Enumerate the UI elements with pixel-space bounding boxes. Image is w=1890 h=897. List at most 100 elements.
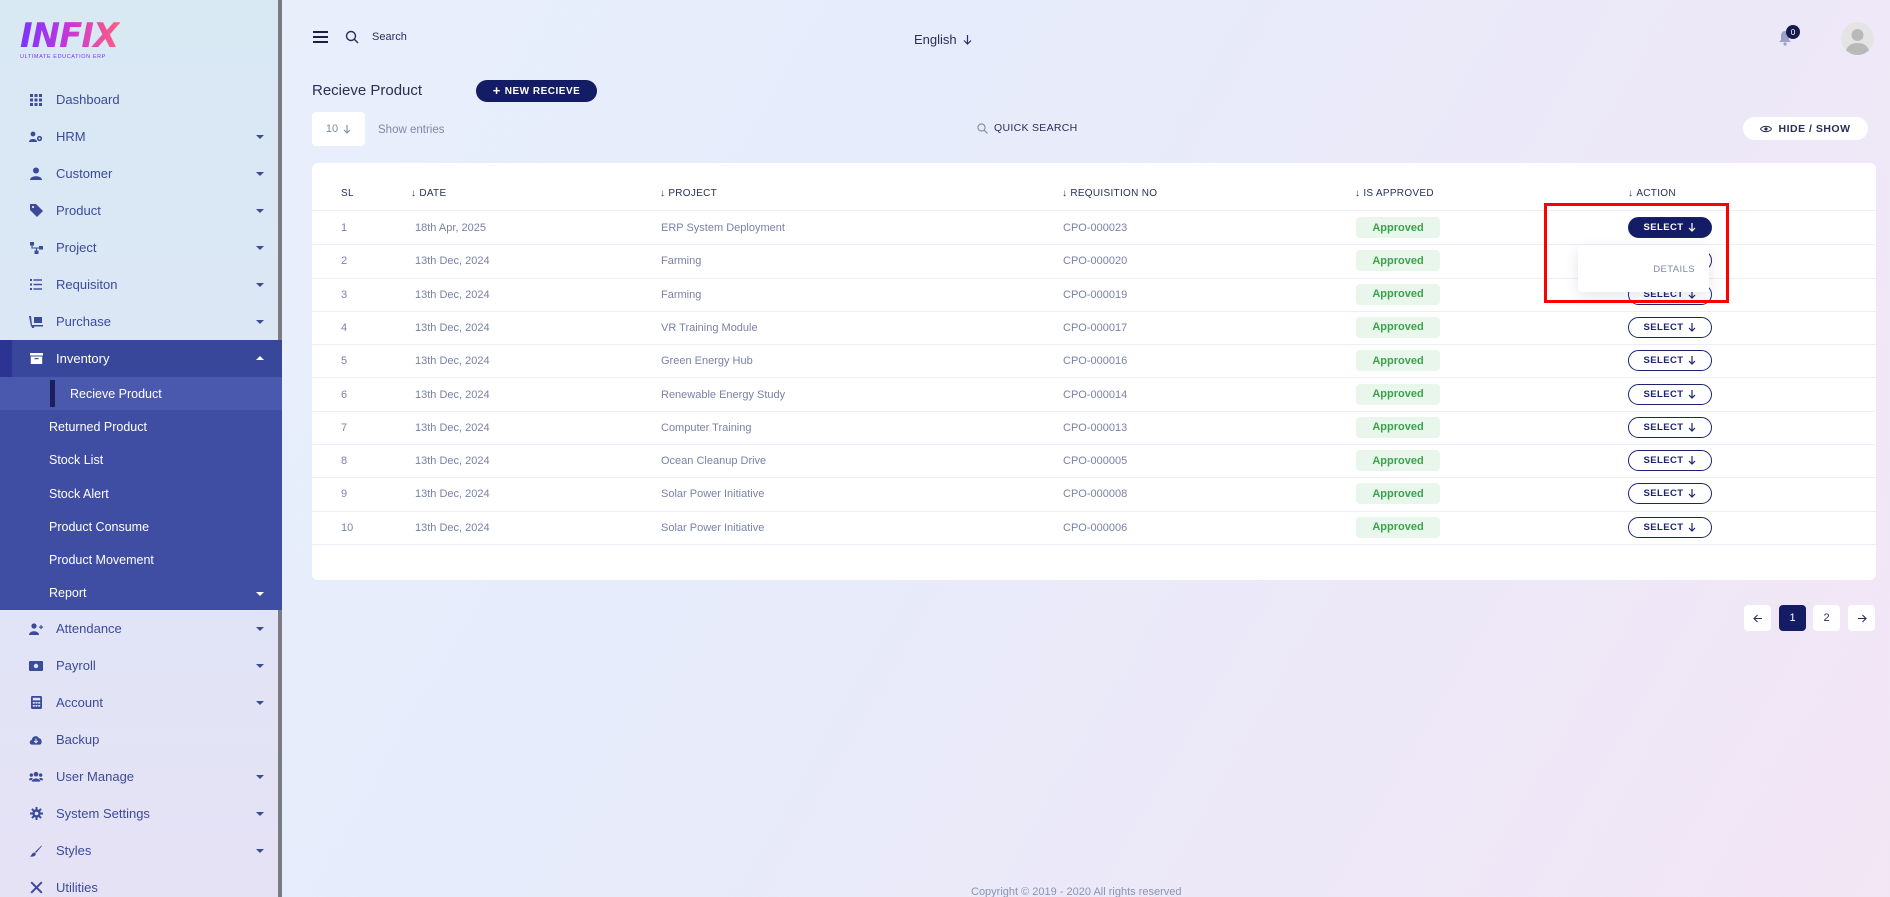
highlight-box: [1544, 203, 1729, 303]
prev-page-button[interactable]: [1744, 605, 1771, 631]
users-cog-icon: [29, 130, 43, 144]
select-action-button[interactable]: SELECT: [1628, 483, 1712, 505]
avatar[interactable]: [1841, 22, 1874, 55]
cell-sl: 7: [341, 421, 348, 434]
arrow-down-icon: [1689, 456, 1696, 465]
col-date[interactable]: ↓ DATE: [411, 188, 446, 199]
money-icon: [29, 659, 43, 673]
search-icon[interactable]: [345, 30, 359, 44]
caret-down-icon: [256, 246, 264, 250]
select-action-button[interactable]: SELECT: [1628, 316, 1712, 338]
cell-requisition: CPO-000019: [1063, 288, 1128, 301]
quick-search-label: QUICK SEARCH: [994, 122, 1078, 134]
sidebar-item-label: Project: [56, 240, 97, 255]
new-recieve-button[interactable]: + NEW RECIEVE: [476, 80, 597, 102]
col-project[interactable]: ↓ PROJECT: [660, 188, 717, 199]
footer-copyright: Copyright © 2019 - 2020 All rights reser…: [971, 886, 1182, 897]
sidebar-item-product[interactable]: Product: [0, 192, 282, 229]
sidebar-item-utilities[interactable]: Utilities: [0, 869, 282, 897]
sidebar-subitem-label: Product Movement: [49, 553, 154, 568]
cell-sl: 8: [341, 455, 348, 468]
caret-down-icon: [256, 627, 264, 632]
cell-sl: 4: [341, 321, 348, 334]
table-row: 5 13th Dec, 2024 Green Energy Hub CPO-00001…: [312, 345, 1876, 379]
sidebar-item-label: Dashboard: [56, 92, 120, 107]
sidebar-subitem-report[interactable]: Report: [0, 577, 282, 610]
sidebar-item-inventory[interactable]: Inventory: [0, 340, 282, 377]
cell-date: 13th Dec, 2024: [415, 421, 490, 434]
users-icon: [29, 770, 43, 784]
sidebar-item-attendance[interactable]: Attendance: [0, 610, 282, 647]
cell-date: 13th Dec, 2024: [415, 321, 490, 334]
sidebar-subitem-stock-alert[interactable]: Stock Alert: [0, 477, 282, 510]
page-1-button[interactable]: 1: [1779, 605, 1806, 631]
inventory-icon: [29, 352, 43, 366]
hide-show-label: HIDE / SHOW: [1778, 122, 1851, 135]
cell-requisition: CPO-000013: [1063, 421, 1128, 434]
sidebar-item-dashboard[interactable]: Dashboard: [0, 81, 282, 118]
sort-icon: ↓: [1355, 188, 1361, 199]
sitemap-icon: [29, 241, 43, 255]
cell-sl: 1: [341, 222, 348, 234]
arrow-down-icon: [1689, 422, 1696, 432]
select-action-button[interactable]: SELECT: [1628, 416, 1712, 438]
hide-show-button[interactable]: HIDE / SHOW: [1743, 117, 1868, 140]
caret-up-icon: [256, 356, 264, 360]
sidebar-item-label: Attendance: [56, 621, 122, 637]
sidebar-item-label: Payroll: [56, 658, 96, 674]
select-label: SELECT: [1643, 488, 1684, 500]
user-plus-icon: [29, 622, 43, 636]
menu-toggle-icon[interactable]: [313, 31, 328, 43]
select-label: SELECT: [1643, 521, 1684, 533]
sidebar-subitem-returned-product[interactable]: Returned Product: [0, 410, 282, 443]
select-action-button[interactable]: SELECT: [1628, 350, 1712, 372]
cell-sl: 5: [341, 355, 348, 368]
sidebar-item-purchase[interactable]: Purchase: [0, 303, 282, 340]
page-2-button[interactable]: 2: [1813, 605, 1840, 631]
status-badge: Approved: [1356, 416, 1440, 438]
sidebar-item-payroll[interactable]: Payroll: [0, 647, 282, 684]
col-approved[interactable]: ↓ IS APPROVED: [1355, 188, 1434, 199]
caret-down-icon: [256, 135, 264, 139]
tools-icon: [29, 881, 43, 895]
sidebar-subitem-product-movement[interactable]: Product Movement: [0, 543, 282, 576]
next-page-button[interactable]: [1848, 605, 1875, 631]
col-sl[interactable]: SL: [341, 188, 354, 199]
sidebar-item-customer[interactable]: Customer: [0, 155, 282, 192]
dolly-icon: [29, 315, 43, 329]
quick-search-input[interactable]: QUICK SEARCH: [977, 122, 1078, 134]
arrow-down-icon: [1689, 489, 1696, 499]
sidebar-item-styles[interactable]: Styles: [0, 832, 282, 869]
sidebar-item-requisiton[interactable]: Requisiton: [0, 266, 282, 303]
sidebar-subitem-recieve-product[interactable]: Recieve Product: [0, 377, 282, 411]
page-title: Recieve Product: [312, 82, 423, 99]
select-action-button[interactable]: SELECT: [1628, 450, 1712, 472]
cell-date: 13th Dec, 2024: [415, 288, 490, 301]
arrow-down-icon: [343, 124, 351, 134]
cell-project: Renewable Energy Study: [661, 388, 786, 401]
select-label: SELECT: [1643, 388, 1684, 400]
sidebar-item-user-manage[interactable]: User Manage: [0, 758, 282, 795]
language-select[interactable]: English: [914, 32, 972, 47]
sidebar-item-label: Backup: [56, 732, 100, 748]
entries-select[interactable]: 10: [312, 112, 365, 146]
select-action-button[interactable]: SELECT: [1628, 383, 1712, 405]
col-action[interactable]: ↓ ACTION: [1628, 188, 1676, 199]
sidebar-item-account[interactable]: Account: [0, 684, 282, 721]
sidebar-subitem-stock-list[interactable]: Stock List: [0, 444, 282, 477]
search-input[interactable]: Search: [372, 31, 407, 43]
cell-project: ERP System Deployment: [661, 222, 785, 234]
cell-sl: 9: [341, 488, 348, 501]
sidebar-item-hrm[interactable]: HRM: [0, 118, 282, 155]
cell-project: Green Energy Hub: [661, 355, 753, 368]
sidebar-item-system-settings[interactable]: System Settings: [0, 795, 282, 832]
sidebar-subitem-product-consume[interactable]: Product Consume: [0, 510, 282, 543]
brand-logo[interactable]: INFIX ULTIMATE EDUCATION ERP: [20, 18, 120, 64]
sidebar-item-backup[interactable]: Backup: [0, 721, 282, 758]
col-requisition[interactable]: ↓ REQUISITION NO: [1062, 188, 1157, 199]
brush-icon: [29, 844, 43, 858]
entries-value: 10: [325, 123, 339, 135]
select-action-button[interactable]: SELECT: [1628, 516, 1712, 538]
caret-down-icon: [256, 283, 264, 287]
sidebar-item-project[interactable]: Project: [0, 229, 282, 266]
